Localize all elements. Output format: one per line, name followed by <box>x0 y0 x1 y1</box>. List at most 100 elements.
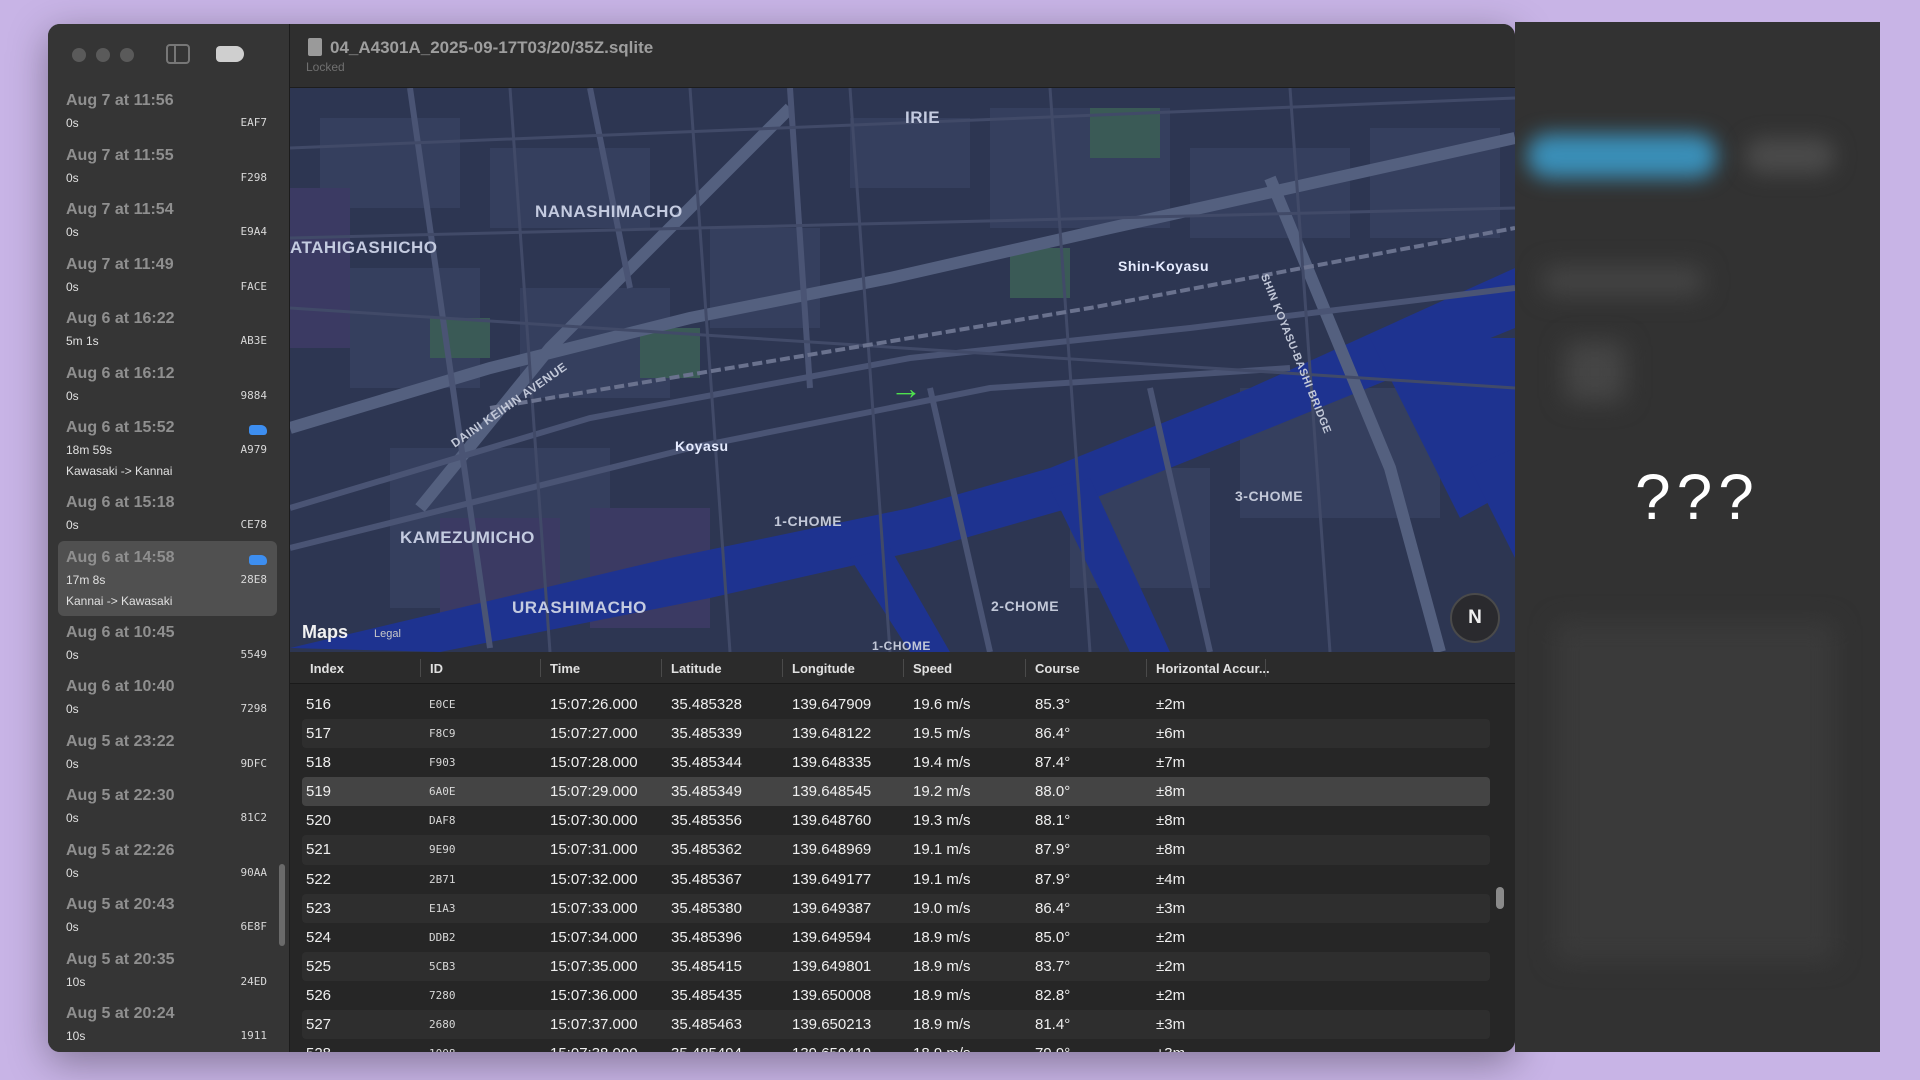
table-row[interactable]: 519 6A0E 15:07:29.000 35.485349 139.648545 19… <box>302 777 1490 807</box>
table-row[interactable]: 516 E0CE 15:07:26.000 35.485328 139.647909 19… <box>302 690 1490 719</box>
table-cell-index: 519 <box>306 783 332 801</box>
column-separator[interactable] <box>661 659 662 677</box>
column-separator[interactable] <box>903 659 904 677</box>
table-row[interactable]: 525 5CB3 15:07:35.000 35.485415 139.649801 18… <box>302 951 1490 981</box>
trip-duration: 0s <box>66 702 79 716</box>
table-row[interactable]: 524 DDB2 15:07:34.000 35.485396 139.649594 18… <box>302 923 1490 952</box>
table-row[interactable]: 523 E1A3 15:07:33.000 35.485380 139.649387 19… <box>302 893 1490 923</box>
table-cell-id: DDB2 <box>429 930 456 944</box>
column-separator[interactable] <box>1025 659 1026 677</box>
table-cell-speed: 19.3 m/s <box>913 812 971 830</box>
trip-list-item[interactable]: Aug 5 at 22:26 0s 90AA <box>58 834 277 889</box>
trip-route: Kawasaki -> Kannai <box>66 464 173 478</box>
column-header[interactable]: Index <box>310 661 344 676</box>
blurred-button-secondary <box>1745 138 1835 174</box>
table-cell-time: 15:07:35.000 <box>550 957 638 975</box>
column-separator[interactable] <box>540 659 541 677</box>
trip-date: Aug 5 at 23:22 <box>66 732 175 750</box>
car-icon <box>249 554 267 565</box>
minimize-window-button[interactable] <box>96 48 110 62</box>
trip-list-item[interactable]: Aug 7 at 11:54 0s E9A4 <box>58 193 277 248</box>
table-cell-index: 524 <box>306 928 332 946</box>
table-cell-id: E0CE <box>429 698 456 711</box>
column-header[interactable]: Latitude <box>671 661 722 676</box>
car-filter-icon[interactable] <box>216 46 244 62</box>
table-row[interactable]: 526 7280 15:07:36.000 35.485435 139.650008 18… <box>302 981 1490 1010</box>
map-label-atahigashicho: ATAHIGASHICHO <box>290 238 438 257</box>
blurred-text <box>1543 267 1703 295</box>
table-cell-lon: 139.648969 <box>792 841 872 859</box>
table-cell-lon: 139.648122 <box>792 725 872 743</box>
trip-code: 1911 <box>240 1029 268 1042</box>
trip-list-item[interactable]: Aug 6 at 15:52 18m 59s A979 Kawasaki -> Kan… <box>58 411 277 486</box>
trip-list-item[interactable]: Aug 5 at 20:24 10s 1911 <box>58 997 277 1052</box>
table-row[interactable]: 527 2680 15:07:37.000 35.485463 139.650213 18… <box>302 1010 1490 1040</box>
trip-list-item[interactable]: Aug 6 at 10:45 0s 5549 <box>58 616 277 671</box>
trip-date: Aug 5 at 20:35 <box>66 950 175 968</box>
trip-code: AB3E <box>240 334 268 347</box>
trip-list-item[interactable]: Aug 5 at 22:30 0s 81C2 <box>58 779 277 834</box>
trip-list-item[interactable]: Aug 5 at 20:35 10s 24ED <box>58 943 277 998</box>
table-cell-lon: 139.648760 <box>792 812 872 830</box>
trip-list-item[interactable]: Aug 7 at 11:49 0s FACE <box>58 248 277 303</box>
column-header[interactable]: Speed <box>913 661 952 676</box>
table-row[interactable]: 522 2B71 15:07:32.000 35.485367 139.649177 19… <box>302 865 1490 894</box>
map-label-nanashimacho: NANASHIMACHO <box>535 202 683 221</box>
trip-list-item[interactable]: Aug 6 at 10:40 0s 7298 <box>58 670 277 725</box>
table-row[interactable]: 517 F8C9 15:07:27.000 35.485339 139.648122 19… <box>302 719 1490 749</box>
table-cell-course: 87.4° <box>1035 754 1071 772</box>
table-cell-index: 523 <box>306 899 332 917</box>
sidebar-scrollbar[interactable] <box>279 864 285 946</box>
trip-list-item[interactable]: Aug 6 at 14:58 17m 8s 28E8 Kannai -> Kawasa… <box>58 540 277 616</box>
close-window-button[interactable] <box>72 48 86 62</box>
trip-date: Aug 5 at 22:30 <box>66 787 175 804</box>
table-cell-id: F903 <box>429 756 456 770</box>
table-cell-speed: 19.2 m/s <box>913 783 971 801</box>
trip-code: CE78 <box>240 518 268 531</box>
table-cell-course: 88.0° <box>1035 783 1071 801</box>
trip-list-item[interactable]: Aug 7 at 11:55 0s F298 <box>58 139 277 194</box>
column-header[interactable]: Time <box>550 661 580 676</box>
column-separator[interactable] <box>420 659 421 677</box>
trip-list-item[interactable]: Aug 7 at 11:56 0s EAF7 <box>58 84 277 139</box>
column-header[interactable]: Horizontal Accur... <box>1156 661 1270 676</box>
table-row[interactable]: 521 9E90 15:07:31.000 35.485362 139.648969 19… <box>302 835 1490 865</box>
table-body: 516 E0CE 15:07:26.000 35.485328 139.647909 19… <box>302 690 1490 1052</box>
table-cell-speed: 18.9 m/s <box>913 1045 971 1052</box>
column-separator[interactable] <box>1265 659 1266 677</box>
window-subtitle: Locked <box>306 60 345 74</box>
map-legal-link[interactable]: Legal <box>374 628 401 640</box>
map-label-2-chome: 2-CHOME <box>991 598 1060 614</box>
car-icon <box>249 425 267 435</box>
trip-duration: 0s <box>66 647 79 662</box>
compass-button[interactable]: N <box>1450 593 1500 643</box>
trip-list-item[interactable]: Aug 6 at 15:18 0s CE78 <box>58 486 277 541</box>
zoom-window-button[interactable] <box>120 48 134 62</box>
column-header[interactable]: ID <box>430 661 443 676</box>
table-cell-time: 15:07:37.000 <box>550 1016 638 1034</box>
trip-list-item[interactable]: Aug 6 at 16:12 0s 9884 <box>58 357 277 412</box>
table-cell-speed: 19.5 m/s <box>913 725 971 743</box>
trip-list-item[interactable]: Aug 5 at 23:22 0s 9DFC <box>58 725 277 780</box>
column-header[interactable]: Longitude <box>792 661 855 676</box>
table-row[interactable]: 528 1008 15:07:38.000 35.485494 139.650419 18… <box>302 1039 1490 1052</box>
table-row[interactable]: 520 DAF8 15:07:30.000 35.485356 139.648760 19… <box>302 806 1490 835</box>
trip-list-item[interactable]: Aug 5 at 20:43 0s 6E8F <box>58 888 277 943</box>
table-cell-index: 525 <box>306 957 332 975</box>
table-scrollbar[interactable] <box>1496 887 1504 909</box>
sidebar-toggle-icon[interactable] <box>166 44 190 64</box>
map-label-kamezumicho: KAMEZUMICHO <box>400 528 535 547</box>
column-separator[interactable] <box>782 659 783 677</box>
table-cell-index: 516 <box>306 696 332 713</box>
map-view[interactable]: IRIE NANASHIMACHO ATAHIGASHICHO Shin-Koy… <box>290 88 1515 652</box>
maps-logo-text: Maps <box>302 622 349 642</box>
table-row[interactable]: 518 F903 15:07:28.000 35.485344 139.648335 19… <box>302 748 1490 777</box>
column-separator[interactable] <box>1146 659 1147 677</box>
trip-code: 90AA <box>240 865 268 879</box>
table-cell-course: 81.4° <box>1035 1016 1071 1034</box>
table-cell-acc: ±2m <box>1156 696 1186 713</box>
table-cell-course: 79.9° <box>1035 1045 1070 1052</box>
trip-list-item[interactable]: Aug 6 at 16:22 5m 1s AB3E <box>58 302 277 357</box>
table-cell-lon: 139.649387 <box>792 899 872 917</box>
column-header[interactable]: Course <box>1035 661 1080 676</box>
